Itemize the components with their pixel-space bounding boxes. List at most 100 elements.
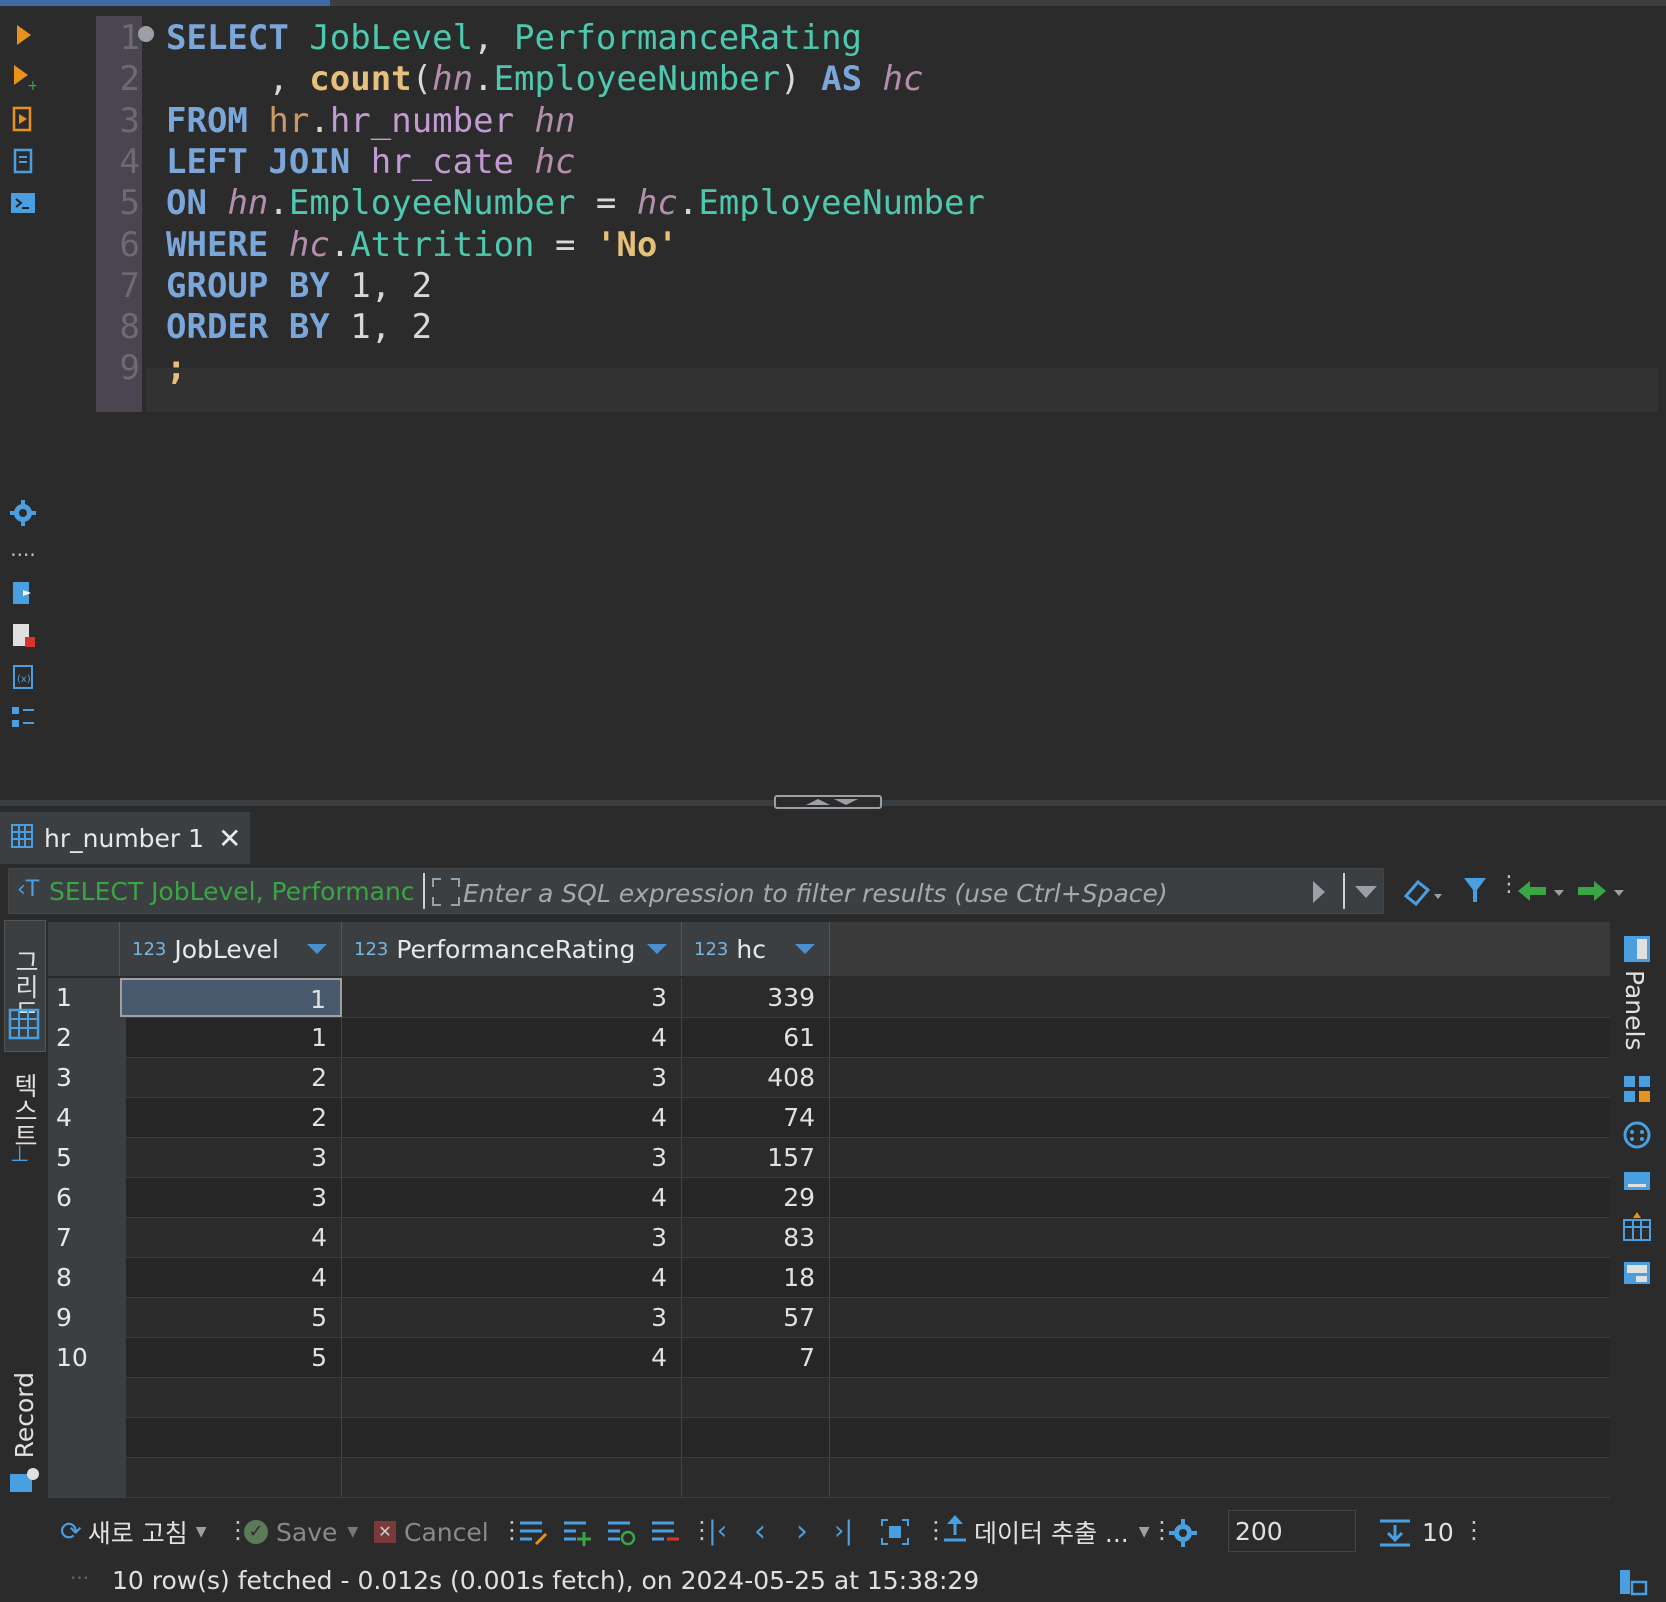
value-panel-icon[interactable] xyxy=(1622,1074,1652,1108)
expand-icon[interactable] xyxy=(431,877,461,911)
table-cell[interactable] xyxy=(342,1458,682,1497)
metadata-icon[interactable] xyxy=(1622,1120,1652,1154)
close-icon[interactable]: ✕ xyxy=(218,822,241,855)
table-row[interactable]: 1 1 3 339 xyxy=(48,978,1610,1018)
row-number[interactable] xyxy=(48,1418,126,1457)
table-cell[interactable] xyxy=(120,1378,342,1417)
sort-dropdown-icon[interactable] xyxy=(647,944,667,954)
execute-new-tab-icon[interactable]: + xyxy=(8,62,38,92)
refresh-button[interactable]: ⟳ 새로 고침 ▼ xyxy=(60,1512,207,1552)
forward-arrow-icon[interactable] xyxy=(1576,876,1626,910)
table-cell[interactable]: 5 xyxy=(120,1298,342,1337)
table-cell[interactable]: 1 xyxy=(120,1018,342,1057)
filter-input[interactable] xyxy=(461,875,1305,911)
row-number[interactable]: 9 xyxy=(48,1298,126,1337)
table-cell[interactable]: 4 xyxy=(120,1258,342,1297)
back-arrow-icon[interactable] xyxy=(1516,876,1566,910)
table-cell[interactable]: 18 xyxy=(682,1258,830,1297)
filter-history-icon[interactable] xyxy=(1355,885,1377,904)
code-line[interactable]: ; xyxy=(166,346,186,390)
panel-layout-icon[interactable] xyxy=(1622,1260,1652,1294)
table-row[interactable]: 6 3 4 29 xyxy=(48,1178,1610,1218)
table-cell[interactable]: 1 xyxy=(120,978,342,1017)
code-line[interactable]: FROM hr.hr_number hn xyxy=(166,99,575,143)
code-line[interactable]: WHERE hc.Attrition = 'No' xyxy=(166,223,678,267)
add-row-icon[interactable] xyxy=(562,1518,592,1550)
table-cell[interactable]: 5 xyxy=(120,1338,342,1377)
table-cell[interactable]: 2 xyxy=(120,1098,342,1137)
focus-icon[interactable] xyxy=(880,1518,910,1550)
table-cell[interactable] xyxy=(682,1418,830,1457)
results-grid[interactable]: 123 JobLevel 123 PerformanceRating 123 hc 113… xyxy=(48,922,1610,1500)
more-dots-icon[interactable]: ···· xyxy=(8,540,38,570)
grid-corner[interactable] xyxy=(48,922,120,976)
table-cell[interactable]: 4 xyxy=(120,1218,342,1257)
delete-row-icon[interactable] xyxy=(650,1518,680,1550)
table-row[interactable]: 8 4 4 18 xyxy=(48,1258,1610,1298)
table-row[interactable]: 9 5 3 57 xyxy=(48,1298,1610,1338)
save-button[interactable]: ✓ Save ▼ xyxy=(244,1512,358,1552)
table-cell[interactable]: 3 xyxy=(342,978,682,1017)
table-row[interactable]: 4 2 4 74 xyxy=(48,1098,1610,1138)
code-line[interactable]: , count(hn.EmployeeNumber) AS hc xyxy=(166,57,923,101)
row-number[interactable]: 4 xyxy=(48,1098,126,1137)
column-header-hc[interactable]: 123 hc xyxy=(682,922,830,976)
execute-statement-icon[interactable] xyxy=(8,20,38,50)
execute-script-icon[interactable] xyxy=(8,104,38,134)
edit-row-icon[interactable] xyxy=(518,1518,548,1550)
cancel-button[interactable]: ✕ Cancel xyxy=(374,1512,489,1552)
table-row[interactable]: 3 2 3 408 xyxy=(48,1058,1610,1098)
row-number[interactable]: 6 xyxy=(48,1178,126,1217)
copy-row-icon[interactable] xyxy=(606,1518,636,1550)
keyboard-icon[interactable] xyxy=(1622,1166,1652,1200)
more-dots-icon[interactable]: ⋮ xyxy=(1462,1516,1486,1544)
export-file-icon[interactable] xyxy=(8,578,38,608)
table-cell[interactable]: 408 xyxy=(682,1058,830,1097)
apply-filter-icon[interactable] xyxy=(1311,879,1327,909)
code-line[interactable]: ORDER BY 1, 2 xyxy=(166,305,432,349)
gear-icon[interactable] xyxy=(8,498,38,528)
sort-dropdown-icon[interactable] xyxy=(307,944,327,954)
panels-icon[interactable] xyxy=(1622,934,1652,968)
splitter-handle[interactable] xyxy=(774,795,882,809)
table-cell[interactable]: 3 xyxy=(342,1218,682,1257)
table-cell[interactable]: 339 xyxy=(682,978,830,1017)
table-row[interactable]: 10 5 4 7 xyxy=(48,1338,1610,1378)
table-cell[interactable]: 3 xyxy=(342,1298,682,1337)
table-cell[interactable]: 157 xyxy=(682,1138,830,1177)
file-error-icon[interactable] xyxy=(8,620,38,650)
table-cell[interactable]: 57 xyxy=(682,1298,830,1337)
tab-result[interactable]: hr_number 1 ✕ xyxy=(0,812,250,864)
first-page-icon[interactable]: |‹ xyxy=(708,1516,727,1546)
chevron-down-icon[interactable]: ▼ xyxy=(1139,1524,1150,1540)
table-row[interactable]: 2 1 4 61 xyxy=(48,1018,1610,1058)
table-cell[interactable]: 4 xyxy=(342,1258,682,1297)
chevron-down-icon[interactable]: ▼ xyxy=(196,1524,207,1540)
prev-page-icon[interactable]: ‹ xyxy=(754,1514,766,1549)
table-cell[interactable]: 3 xyxy=(342,1058,682,1097)
table-cell[interactable] xyxy=(342,1378,682,1417)
eraser-icon[interactable] xyxy=(1402,876,1442,910)
table-cell[interactable] xyxy=(120,1418,342,1457)
row-number[interactable]: 8 xyxy=(48,1258,126,1297)
grouping-icon[interactable] xyxy=(1622,1212,1652,1246)
fetch-all-icon[interactable] xyxy=(1378,1518,1412,1552)
row-number[interactable]: 3 xyxy=(48,1058,126,1097)
row-number[interactable]: 5 xyxy=(48,1138,126,1177)
fold-icon[interactable] xyxy=(138,26,154,42)
table-cell[interactable]: 4 xyxy=(342,1098,682,1137)
variables-icon[interactable]: (x) xyxy=(8,662,38,692)
table-cell[interactable]: 3 xyxy=(120,1178,342,1217)
table-cell[interactable] xyxy=(120,1458,342,1497)
outline-icon[interactable] xyxy=(8,702,38,732)
sql-editor[interactable]: 123456789 SELECT JobLevel, PerformanceRa… xyxy=(96,6,1658,796)
table-cell[interactable] xyxy=(682,1378,830,1417)
export-button[interactable]: 데이터 추출 ... ▼ xyxy=(942,1512,1150,1552)
fetch-size-input[interactable] xyxy=(1228,1510,1356,1552)
layout-toggle-icon[interactable] xyxy=(1618,1568,1648,1600)
table-row[interactable]: 7 4 3 83 xyxy=(48,1218,1610,1258)
table-cell[interactable]: 74 xyxy=(682,1098,830,1137)
table-cell[interactable] xyxy=(342,1418,682,1457)
table-cell[interactable]: 3 xyxy=(342,1138,682,1177)
table-cell[interactable]: 29 xyxy=(682,1178,830,1217)
